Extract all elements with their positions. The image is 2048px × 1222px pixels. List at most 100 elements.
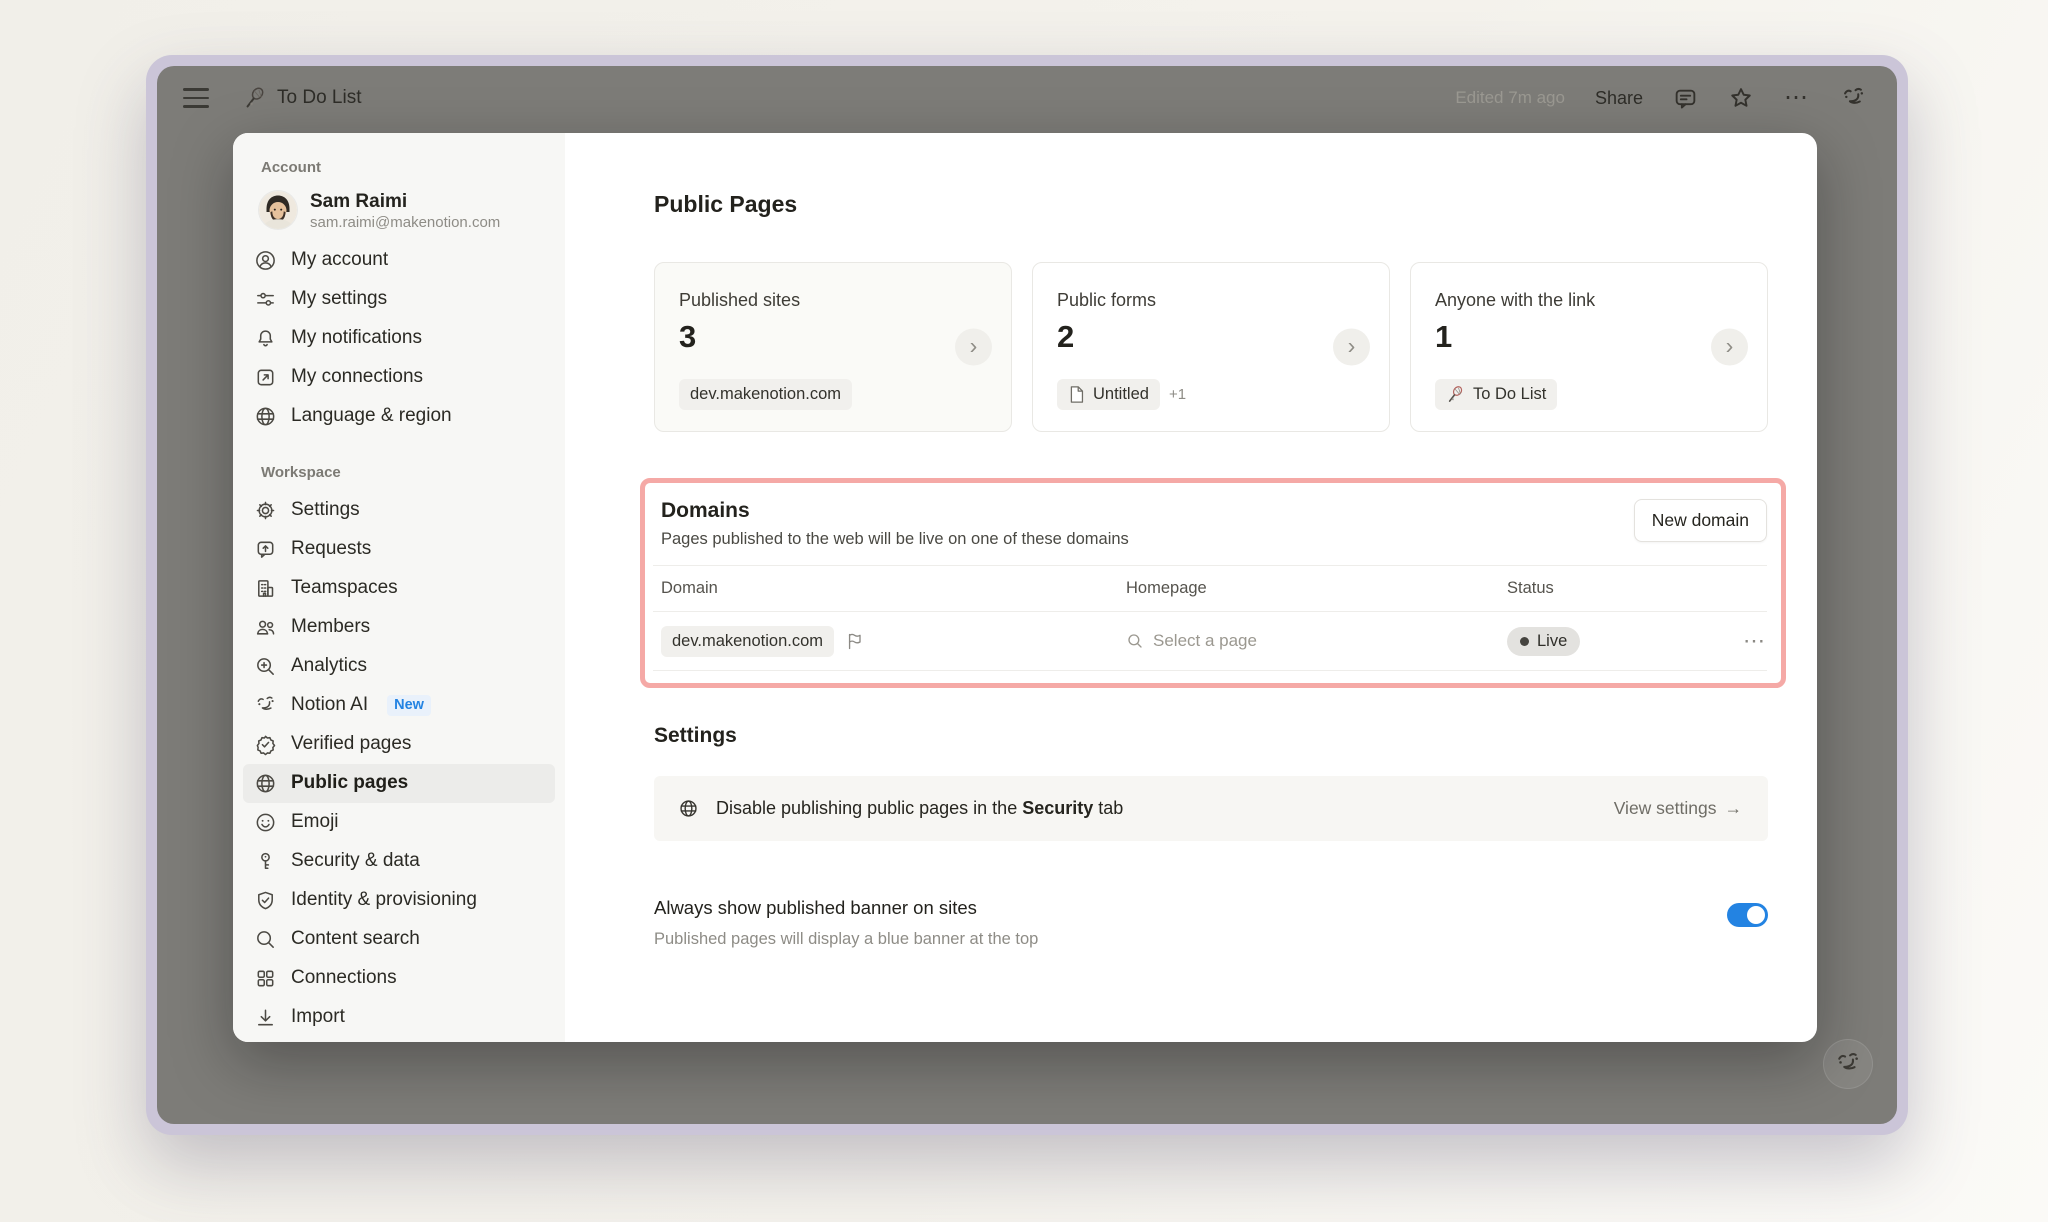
settings-sidebar: Account — [233, 133, 565, 1042]
people-icon — [254, 616, 277, 639]
anyone-with-link-card[interactable]: Anyone with the link 1 — [1410, 262, 1768, 432]
chevron-right-icon[interactable]: › — [1711, 329, 1748, 366]
bubble-up-arrow-icon — [254, 538, 277, 561]
sidebar-item-connections[interactable]: Connections — [243, 959, 555, 998]
domain-table-row: dev.makenotion.com Select a page — [653, 611, 1767, 671]
domain-chip[interactable]: dev.makenotion.com — [661, 626, 834, 657]
ai-floating-button[interactable] — [1823, 1039, 1873, 1089]
search-icon — [1126, 632, 1144, 650]
grid-icon — [254, 967, 277, 990]
chevron-right-icon[interactable]: › — [955, 329, 992, 366]
row-more-options-icon[interactable]: ⋯ — [1731, 630, 1767, 652]
notion-ai-icon — [1834, 1050, 1862, 1078]
more-options-icon[interactable]: ⋯ — [1784, 86, 1810, 110]
building-icon — [254, 577, 277, 600]
chevron-right-icon[interactable]: › — [1333, 329, 1370, 366]
sidebar-item-settings[interactable]: Settings — [243, 491, 555, 530]
arrow-out-box-icon — [254, 366, 277, 389]
published-sites-card[interactable]: Published sites 3 dev.makenotion.com › — [654, 262, 1012, 432]
public-forms-count: 2 — [1057, 319, 1365, 355]
more-forms-count: +1 — [1169, 386, 1186, 403]
homepage-placeholder: Select a page — [1153, 631, 1257, 651]
sidebar-item-teamspaces[interactable]: Teamspaces — [243, 569, 555, 608]
sidebar-item-emoji[interactable]: Emoji — [243, 803, 555, 842]
domains-title: Domains — [661, 499, 1129, 523]
sidebar-item-notion-ai[interactable]: Notion AI New — [243, 686, 555, 725]
page-chip[interactable]: To Do List — [1435, 379, 1557, 410]
key-icon — [254, 850, 277, 873]
security-note: Disable publishing public pages in the S… — [654, 776, 1768, 841]
published-sites-count: 3 — [679, 319, 987, 355]
summary-cards: Published sites 3 dev.makenotion.com › P… — [654, 262, 1768, 432]
arrow-right-icon: → — [1725, 798, 1743, 819]
status-badge: Live — [1507, 627, 1580, 656]
sidebar-item-verified-pages[interactable]: Verified pages — [243, 725, 555, 764]
user-profile: Sam Raimi sam.raimi@makenotion.com — [243, 186, 555, 235]
badminton-racket-icon — [1446, 385, 1465, 404]
settings-heading: Settings — [654, 724, 1768, 748]
globe-icon — [254, 405, 277, 428]
live-dot-icon — [1520, 637, 1529, 646]
sidebar-item-language-region[interactable]: Language & region — [243, 397, 555, 436]
sidebar-item-analytics[interactable]: Analytics — [243, 647, 555, 686]
screen: To Do List Edited 7m ago Share — [0, 0, 2048, 1222]
sidebar-item-security-data[interactable]: Security & data — [243, 842, 555, 881]
banner-setting-row: Always show published banner on sites Pu… — [654, 897, 1768, 949]
person-circle-icon — [254, 249, 277, 272]
verified-badge-icon — [254, 733, 277, 756]
magnifier-plus-icon — [254, 655, 277, 678]
breadcrumb[interactable]: To Do List — [243, 86, 361, 110]
user-name: Sam Raimi — [310, 190, 500, 214]
notion-ai-icon[interactable] — [1840, 85, 1867, 112]
sidebar-item-identity-provisioning[interactable]: Identity & provisioning — [243, 881, 555, 920]
badminton-racket-icon — [243, 86, 267, 110]
sidebar-item-content-search[interactable]: Content search — [243, 920, 555, 959]
download-icon — [254, 1006, 277, 1029]
user-email: sam.raimi@makenotion.com — [310, 214, 500, 231]
sidebar-menu-icon[interactable] — [183, 88, 209, 108]
sidebar-item-my-settings[interactable]: My settings — [243, 280, 555, 319]
search-icon — [254, 928, 277, 951]
avatar — [259, 191, 297, 229]
new-domain-button[interactable]: New domain — [1634, 499, 1767, 542]
notion-app-dimmed: To Do List Edited 7m ago Share — [157, 66, 1897, 1124]
favorite-star-icon[interactable] — [1728, 85, 1754, 111]
domains-table-header: Domain Homepage Status — [653, 565, 1767, 611]
toggle-knob — [1747, 906, 1765, 924]
app-window: To Do List Edited 7m ago Share — [146, 55, 1908, 1135]
sidebar-item-requests[interactable]: Requests — [243, 530, 555, 569]
view-settings-link[interactable]: View settings → — [1614, 798, 1742, 819]
domains-subtitle: Pages published to the web will be live … — [661, 530, 1129, 549]
sidebar-item-my-connections[interactable]: My connections — [243, 358, 555, 397]
globe-icon — [678, 798, 699, 819]
flag-icon[interactable] — [845, 631, 865, 651]
sidebar-item-public-pages[interactable]: Public pages — [243, 764, 555, 803]
homepage-select[interactable]: Select a page — [1126, 631, 1507, 651]
gear-icon — [254, 499, 277, 522]
form-chip[interactable]: Untitled — [1057, 379, 1160, 410]
public-pages-panel: Public Pages Published sites 3 dev.maken… — [565, 133, 1817, 1042]
settings-modal: Account — [233, 133, 1817, 1042]
banner-setting-title: Always show published banner on sites — [654, 897, 1038, 919]
link-pages-count: 1 — [1435, 319, 1743, 355]
sidebar-item-my-account[interactable]: My account — [243, 241, 555, 280]
share-button[interactable]: Share — [1595, 88, 1643, 109]
document-icon — [1068, 385, 1085, 404]
panel-title: Public Pages — [654, 191, 1768, 218]
page-title: To Do List — [277, 87, 361, 109]
public-forms-card[interactable]: Public forms 2 Untitled +1 — [1032, 262, 1390, 432]
bell-icon — [254, 327, 277, 350]
security-note-text: Disable publishing public pages in the S… — [716, 798, 1123, 819]
sidebar-item-members[interactable]: Members — [243, 608, 555, 647]
domains-section-highlighted: Domains Pages published to the web will … — [640, 478, 1786, 688]
sidebar-item-import[interactable]: Import — [243, 998, 555, 1037]
site-chip[interactable]: dev.makenotion.com — [679, 379, 852, 410]
sidebar-item-my-notifications[interactable]: My notifications — [243, 319, 555, 358]
account-section-header: Account — [243, 159, 555, 176]
topbar: To Do List Edited 7m ago Share — [157, 66, 1897, 130]
banner-toggle[interactable] — [1727, 903, 1768, 927]
workspace-section-header: Workspace — [243, 464, 555, 481]
banner-setting-subtitle: Published pages will display a blue bann… — [654, 930, 1038, 949]
comments-icon[interactable] — [1673, 86, 1698, 111]
globe-icon — [254, 772, 277, 795]
